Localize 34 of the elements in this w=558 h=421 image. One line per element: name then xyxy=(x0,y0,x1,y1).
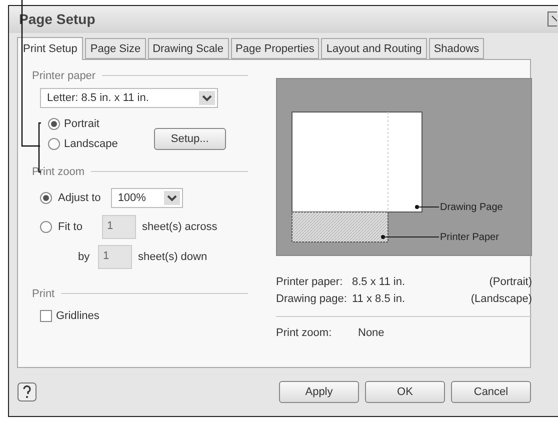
info-value: 11 x 8.5 in. xyxy=(352,293,405,306)
tab[interactable]: Page Size xyxy=(85,38,146,59)
down-field[interactable]: 1 xyxy=(98,244,132,269)
group-heading: Print zoom xyxy=(32,166,85,178)
dialog-button[interactable]: OK xyxy=(365,381,445,404)
tab[interactable]: Drawing Scale xyxy=(148,38,228,59)
zoom-dropdown[interactable]: 100% xyxy=(110,188,183,208)
page-preview-drawing: Drawing Page Printer Paper xyxy=(277,78,531,255)
info-label: Printer paper: xyxy=(276,276,344,288)
field-label: by xyxy=(78,250,91,263)
orientation-text: (Portrait) xyxy=(489,276,532,288)
info-label: Print zoom: xyxy=(276,327,333,340)
info-value: None xyxy=(358,327,384,340)
info-label: Drawing page: xyxy=(276,293,348,306)
checkbox-label: Gridlines xyxy=(56,310,100,322)
radio-label: Fit to xyxy=(58,220,84,233)
field-label: sheet(s) down xyxy=(138,250,208,263)
group-heading: Printer paper xyxy=(32,70,96,82)
setup-button[interactable]: Setup... xyxy=(154,128,226,150)
orientation-text: (Landscape) xyxy=(470,293,532,306)
tab[interactable]: Page Properties xyxy=(230,38,320,59)
tab[interactable]: Print Setup xyxy=(17,36,84,60)
radio-label: Adjust to xyxy=(58,192,101,204)
radio-label: Portrait xyxy=(64,118,100,130)
info-value: 8.5 x 11 in. xyxy=(352,276,405,288)
tab[interactable]: Shadows xyxy=(428,38,484,59)
field-label: sheet(s) across xyxy=(142,220,218,233)
paper-size-dropdown[interactable]: Letter: 8.5 in. x 11 in. xyxy=(40,88,218,108)
radio-label: Landscape xyxy=(64,138,118,150)
dialog-button[interactable]: Apply xyxy=(279,381,359,404)
tab[interactable]: Layout and Routing xyxy=(321,38,427,59)
dialog-button[interactable]: Cancel xyxy=(451,381,531,404)
group-heading: Print xyxy=(32,288,55,300)
across-field[interactable]: 1 xyxy=(102,214,136,239)
